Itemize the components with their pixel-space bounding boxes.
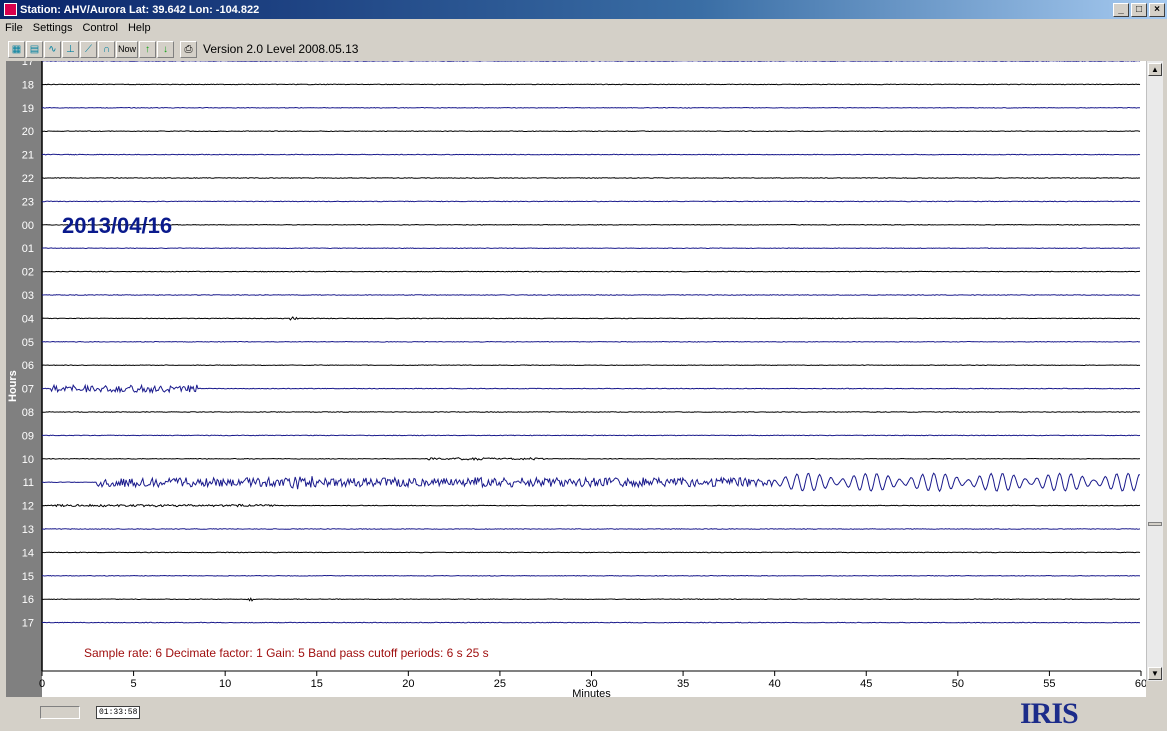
hour-tick-label: 01 [22, 243, 34, 255]
trace-row [41, 294, 1141, 296]
app-icon [4, 3, 17, 16]
trace-row [41, 130, 1141, 133]
status-bar: 01:33:58 IRIS [0, 697, 1167, 731]
trace-row [41, 247, 1141, 250]
menu-help[interactable]: Help [123, 22, 156, 34]
trace-row [42, 528, 1141, 530]
scroll-up-icon[interactable]: ↑ [139, 40, 156, 58]
hour-tick-label: 23 [22, 196, 34, 208]
filter-icon[interactable]: ▤ [26, 40, 43, 58]
hour-tick-label: 06 [22, 360, 34, 372]
hour-tick-label: 20 [22, 126, 34, 138]
hour-tick-label: 05 [22, 337, 34, 349]
trace-row [41, 340, 1141, 343]
trace-row [41, 270, 1141, 273]
x-axis-label: Minutes [572, 688, 611, 697]
x-tick-label: 55 [1043, 678, 1055, 690]
info-text: Sample rate: 6 Decimate factor: 1 Gain: … [84, 646, 489, 660]
menu-control[interactable]: Control [77, 22, 122, 34]
hour-tick-label: 04 [22, 313, 34, 325]
wave-icon[interactable]: ∿ [44, 40, 61, 58]
version-label: Version 2.0 Level 2008.05.13 [203, 42, 359, 56]
seismogram-svg: 1718192021222300010203040506070809101112… [22, 61, 1146, 697]
trace-row [41, 411, 1141, 413]
toolbar: ▦ ▤ ∿ ⊥ ⟋ ∩ Now ↑ ↓ ⎙ Version 2.0 Level … [0, 37, 1167, 61]
x-tick-label: 5 [131, 678, 137, 690]
bandpass-icon[interactable]: ∩ [98, 40, 115, 58]
scroll-down-icon[interactable]: ↓ [157, 40, 174, 58]
hour-tick-label: 15 [22, 571, 34, 583]
hour-tick-label: 14 [22, 547, 34, 559]
trace-row [41, 621, 1141, 624]
trace-row [41, 383, 1141, 394]
trace-row [41, 83, 1141, 86]
window-title: Station: AHV/Aurora Lat: 39.642 Lon: -10… [20, 3, 260, 16]
hour-tick-label: 10 [22, 454, 34, 466]
hour-tick-label: 07 [22, 384, 34, 396]
trace-row [41, 472, 1141, 493]
spike-icon[interactable]: ⊥ [62, 40, 79, 58]
hour-tick-label: 22 [22, 173, 34, 185]
print-icon[interactable]: ⎙ [180, 40, 197, 58]
hour-tick-label: 11 [23, 477, 34, 489]
now-button[interactable]: Now [116, 40, 138, 58]
status-time: 01:33:58 [96, 706, 141, 719]
trace-row [41, 316, 1141, 321]
lowpass-icon[interactable]: ⟋ [80, 40, 97, 58]
hour-tick-label: 18 [22, 79, 34, 91]
hour-tick-label: 02 [22, 267, 34, 279]
x-tick-label: 45 [860, 678, 872, 690]
trace-row [41, 223, 1141, 226]
hour-tick-label: 00 [22, 220, 34, 232]
trace-row [41, 434, 1141, 437]
hour-tick-label: 21 [22, 150, 34, 162]
trace-row [41, 574, 1141, 577]
trace-row [41, 597, 1141, 602]
trace-row [41, 153, 1141, 156]
hour-tick-label: 09 [22, 430, 34, 442]
x-tick-label: 20 [402, 678, 414, 690]
menu-file[interactable]: File [0, 22, 28, 34]
hour-tick-label: 12 [22, 501, 34, 513]
x-tick-label: 25 [494, 678, 506, 690]
maximize-button[interactable]: □ [1131, 2, 1147, 17]
x-tick-label: 10 [219, 678, 231, 690]
hour-tick-label: 17 [22, 61, 34, 68]
x-tick-label: 40 [769, 678, 781, 690]
scroll-thumb[interactable] [1148, 522, 1162, 526]
x-tick-label: 60 [1135, 678, 1146, 690]
hour-tick-label: 19 [22, 103, 34, 115]
x-tick-label: 0 [39, 678, 45, 690]
trace-row [41, 177, 1141, 179]
date-label: 2013/04/16 [62, 213, 172, 238]
iris-logo: IRIS [1020, 697, 1079, 730]
hour-tick-label: 08 [22, 407, 34, 419]
vertical-scrollbar[interactable]: ▲ ▼ [1146, 61, 1163, 681]
trace-row [41, 364, 1141, 367]
scroll-down-arrow[interactable]: ▼ [1148, 667, 1162, 680]
menu-bar: File Settings Control Help [0, 19, 1167, 37]
menu-settings[interactable]: Settings [28, 22, 78, 34]
trace-row [41, 551, 1141, 554]
hour-tick-label: 16 [22, 594, 34, 606]
status-field [40, 706, 80, 719]
x-tick-label: 15 [311, 678, 323, 690]
trace-row [41, 456, 1141, 461]
x-tick-label: 50 [952, 678, 964, 690]
trace-row [41, 200, 1141, 203]
window-titlebar: Station: AHV/Aurora Lat: 39.642 Lon: -10… [0, 0, 1167, 19]
minimize-button[interactable]: _ [1113, 2, 1129, 17]
x-tick-label: 35 [677, 678, 689, 690]
scroll-up-arrow[interactable]: ▲ [1148, 63, 1162, 76]
hour-tick-label: 13 [22, 524, 34, 536]
trace-row [41, 106, 1141, 109]
hour-tick-label: 17 [22, 618, 34, 630]
trace-row [41, 503, 1141, 508]
hour-tick-label: 03 [22, 290, 34, 302]
station-icon[interactable]: ▦ [8, 40, 25, 58]
close-button[interactable]: × [1149, 2, 1165, 17]
